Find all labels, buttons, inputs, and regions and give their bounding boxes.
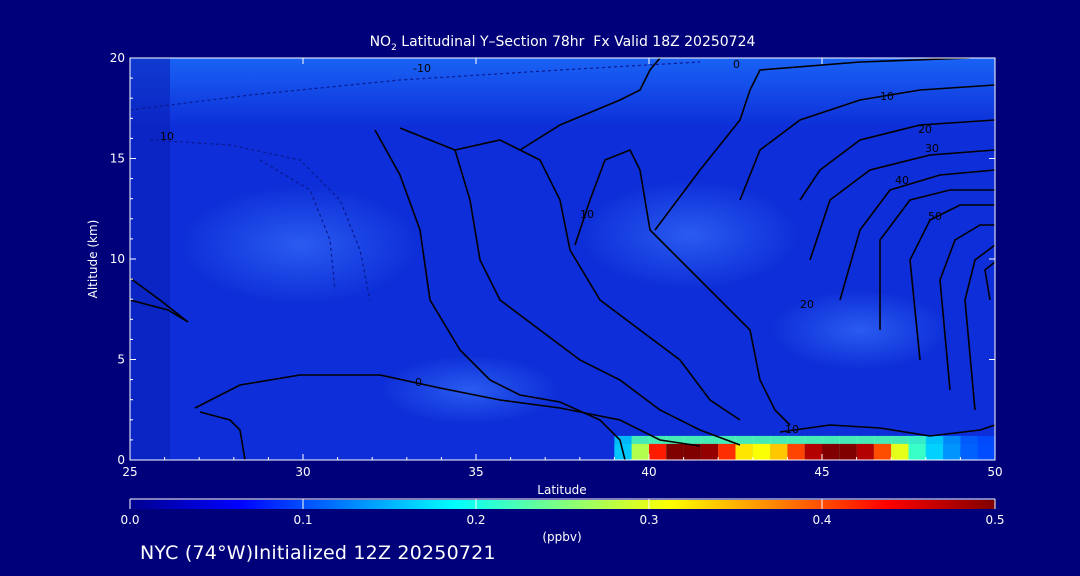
- plume-cell: [770, 443, 788, 460]
- plume-cell: [908, 443, 927, 460]
- x-axis-title: Latitude: [537, 483, 586, 497]
- plume-cell: [977, 443, 995, 460]
- x-tick-label: 50: [987, 465, 1002, 479]
- footer-caption: NYC (74°W)Initialized 12Z 20250721: [140, 542, 496, 564]
- plume-cell: [960, 443, 979, 460]
- colorbar-tick-label: 0.2: [466, 513, 485, 527]
- field-patch-1: [180, 185, 420, 305]
- contour-label: 20: [800, 298, 814, 311]
- contour-label: 10: [880, 90, 894, 103]
- chart-figure: 25 30 35 40 45 50 05101520 -10 10 0 10 20 30 …: [86, 51, 1005, 544]
- contour-label: -10: [413, 62, 431, 75]
- contour-label: 0: [415, 376, 422, 389]
- plume-cell: [787, 443, 806, 460]
- field-patch-3: [380, 355, 560, 425]
- upper-enhancement: [130, 58, 995, 128]
- y-tick-label: 15: [110, 152, 125, 166]
- contour-label: 10: [160, 130, 174, 143]
- colorbar-tick-label: 0.0: [120, 513, 139, 527]
- contour-label: 0: [733, 58, 740, 71]
- title-text: Latitudinal Y–Section 78hr Fx Valid 18Z …: [396, 34, 756, 50]
- plume-cell: [856, 443, 875, 460]
- y-tick-label: 20: [110, 51, 125, 65]
- plume-cell: [873, 443, 892, 460]
- plume-cell: [666, 443, 685, 460]
- colorbar-tick-label: 0.5: [985, 513, 1004, 527]
- colorbar-tick-label: 0.3: [639, 513, 658, 527]
- y-axis-title: Altitude (km): [86, 220, 100, 299]
- plume-cell: [891, 443, 910, 460]
- plume-cell: [718, 443, 737, 460]
- contour-label: 50: [928, 210, 942, 223]
- y-tick-label: 10: [110, 252, 125, 266]
- contour-label: 40: [895, 174, 909, 187]
- surface-plume: [614, 435, 995, 460]
- y-tick-label: 0: [117, 453, 125, 467]
- plume-cell: [752, 443, 771, 460]
- plume-cell: [631, 443, 650, 460]
- colorbar-label: (ppbv): [542, 530, 581, 544]
- plume-cell: [925, 443, 944, 460]
- contour-label: 30: [925, 142, 939, 155]
- y-tick-label: 5: [117, 353, 125, 367]
- x-tick-label: 45: [814, 465, 829, 479]
- title-prefix: NO: [369, 34, 392, 50]
- plume-cell: [839, 443, 858, 460]
- contour-label: 10: [785, 423, 799, 436]
- field-patch-2: [580, 180, 800, 290]
- plume-cell: [700, 443, 719, 460]
- field-patch-4: [770, 290, 950, 370]
- chart-title: NO2 Latitudinal Y–Section 78hr Fx Valid …: [130, 34, 995, 53]
- plume-cell: [822, 443, 840, 460]
- contour-label: 10: [580, 208, 594, 221]
- x-tick-label: 35: [468, 465, 483, 479]
- plume-cell: [735, 443, 754, 460]
- contour-label: 20: [918, 123, 932, 136]
- x-tick-label: 40: [641, 465, 656, 479]
- plume-cell: [804, 443, 823, 460]
- plume-cell: [649, 443, 667, 460]
- x-tick-label: 30: [295, 465, 310, 479]
- plume-cell: [943, 443, 961, 460]
- colorbar: [130, 500, 995, 509]
- x-tick-label: 25: [122, 465, 137, 479]
- concentration-field: [130, 58, 995, 460]
- colorbar-tick-label: 0.1: [293, 513, 312, 527]
- colorbar-tick-label: 0.4: [812, 513, 831, 527]
